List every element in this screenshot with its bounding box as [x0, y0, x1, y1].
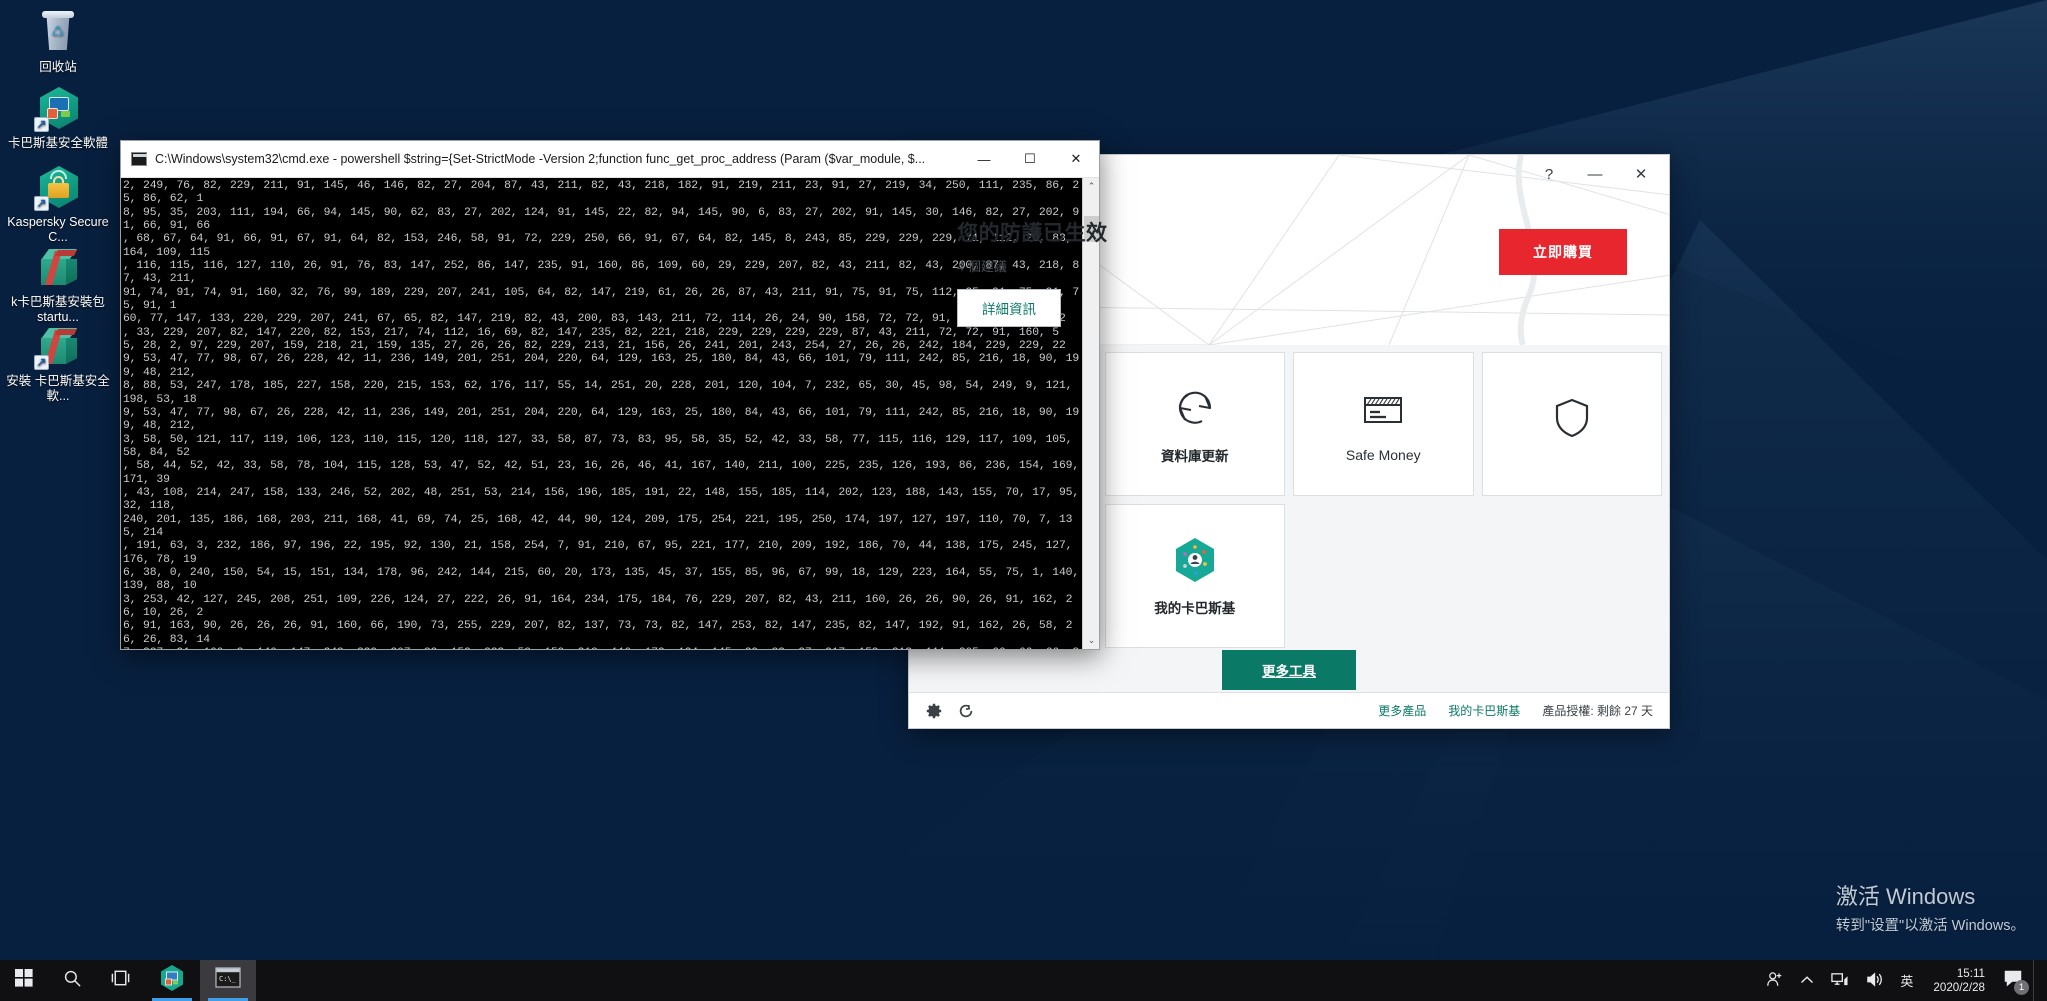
desktop-icon-label: 安裝 卡巴斯基安全軟...	[6, 374, 110, 403]
notification-badge: 1	[2014, 980, 2029, 995]
cmd-close-button[interactable]: ✕	[1053, 141, 1099, 177]
recycle-bin-icon: ♺	[34, 8, 82, 56]
tile-label: 資料庫更新	[1161, 448, 1229, 464]
network-icon	[1830, 971, 1849, 991]
desktop[interactable]: ♺ 回收站 ↗ 卡巴斯基安全軟體 ↗ Kaspersky Secure C...…	[0, 0, 2047, 1001]
more-tools-button[interactable]: 更多工具	[1222, 650, 1356, 690]
kaspersky-status-block: 您的防護已生效 4 個建議 詳細資訊	[957, 217, 1108, 327]
system-tray: 英 15:11 2020/2/28 1	[1758, 960, 2047, 1001]
credit-card-icon	[1357, 386, 1409, 434]
shield-icon	[1546, 394, 1598, 442]
task-view-button[interactable]	[96, 960, 144, 1001]
desktop-icon-recycle-bin[interactable]: ♺ 回收站	[2, 8, 114, 75]
gear-icon[interactable]	[925, 702, 943, 720]
kaspersky-hexagon-icon	[159, 964, 185, 997]
kaspersky-footer: 更多產品 我的卡巴斯基 產品授權: 剩餘 27 天	[909, 692, 1669, 728]
refresh-icon	[1169, 384, 1221, 432]
tile-privacy[interactable]	[1481, 352, 1662, 496]
windows-start-icon	[15, 969, 33, 992]
desktop-icon-kaspersky-total-security[interactable]: ↗ 卡巴斯基安全軟體	[2, 84, 114, 151]
scroll-up-button[interactable]: ⌃	[1083, 178, 1099, 195]
volume-button[interactable]	[1857, 960, 1892, 1001]
ime-indicator[interactable]: 英	[1892, 960, 1921, 1001]
start-button[interactable]	[0, 960, 48, 1001]
taskbar[interactable]: C:\_ 英 15:11 2020/2/28 1	[0, 960, 2047, 1001]
kaspersky-titlebar-buttons: ? — ✕	[1527, 159, 1663, 189]
help-button[interactable]: ?	[1527, 159, 1571, 189]
desktop-icon-label: Kaspersky Secure C...	[7, 215, 109, 244]
tile-label: 我的卡巴斯基	[1154, 600, 1236, 616]
kaspersky-hexagon-icon: ↗	[34, 84, 82, 132]
people-button[interactable]	[1758, 960, 1792, 1001]
notification-center-button[interactable]: 1	[1997, 960, 2033, 1001]
people-icon	[1766, 971, 1784, 991]
more-tools-label: 更多工具	[1262, 664, 1316, 679]
kaspersky-hex-icon	[1169, 536, 1221, 584]
desktop-icon-label: 卡巴斯基安全軟體	[7, 136, 108, 150]
network-button[interactable]	[1822, 960, 1857, 1001]
cmd-minimize-button[interactable]: —	[961, 141, 1007, 177]
clock-time: 15:11	[1956, 966, 1985, 980]
clock[interactable]: 15:11 2020/2/28	[1921, 960, 1997, 1001]
kaspersky-vpn-lock-icon: ↗	[34, 163, 82, 211]
desktop-icon-kaspersky-secure-connection[interactable]: ↗ Kaspersky Secure C...	[2, 163, 114, 245]
close-button[interactable]: ✕	[1619, 159, 1663, 189]
cmd-titlebar[interactable]: C:\Windows\system32\cmd.exe - powershell…	[121, 141, 1099, 178]
tile-label: Safe Money	[1345, 446, 1421, 463]
volume-icon	[1865, 971, 1884, 991]
recommendation-count: 4 個建議	[957, 259, 1007, 274]
console-output[interactable]: 2, 249, 76, 82, 229, 211, 91, 145, 46, 1…	[121, 178, 1082, 649]
svg-text:C:\_: C:\_	[219, 975, 237, 983]
console-icon: C:\_	[215, 967, 241, 994]
taskbar-kaspersky[interactable]	[144, 960, 200, 1001]
console-icon	[131, 152, 147, 166]
show-hidden-icons-button[interactable]	[1792, 960, 1822, 1001]
footer-links: 更多產品 我的卡巴斯基 產品授權: 剩餘 27 天	[1378, 702, 1653, 719]
watermark-subtitle: 转到"设置"以激活 Windows。	[1835, 918, 2025, 934]
scroll-down-button[interactable]: ⌄	[1083, 632, 1099, 649]
more-tools-row: 更多工具	[916, 648, 1662, 692]
clock-date: 2020/2/28	[1933, 980, 1985, 994]
cmd-maximize-button[interactable]: ☐	[1007, 141, 1053, 177]
license-status: 產品授權: 剩餘 27 天	[1542, 704, 1653, 718]
cmd-window-title: C:\Windows\system32\cmd.exe - powershell…	[155, 152, 926, 166]
footer-link-more-products[interactable]: 更多產品	[1378, 702, 1426, 719]
protection-status-title: 您的防護已生效	[957, 222, 1108, 245]
show-desktop-button[interactable]	[2033, 960, 2041, 1001]
footer-icons	[925, 702, 975, 720]
desktop-icon-kaspersky-installer-startup[interactable]: k卡巴斯基安裝包startu...	[2, 243, 114, 325]
cmd-window[interactable]: C:\Windows\system32\cmd.exe - powershell…	[120, 140, 1100, 650]
search-icon	[63, 969, 82, 993]
tile-update[interactable]: 資料庫更新	[1104, 352, 1285, 496]
support-icon[interactable]	[957, 702, 975, 720]
chevron-up-icon	[1800, 973, 1814, 988]
taskbar-cmd[interactable]: C:\_	[200, 960, 256, 1001]
cmd-body: 2, 249, 76, 82, 229, 211, 91, 145, 46, 1…	[121, 178, 1099, 649]
details-button[interactable]: 詳細資訊	[957, 289, 1061, 327]
search-button[interactable]	[48, 960, 96, 1001]
watermark-title: 激活 Windows	[1835, 884, 1976, 909]
minimize-button[interactable]: —	[1573, 159, 1617, 189]
package-box-icon	[34, 243, 82, 291]
package-box-icon: ↗	[34, 322, 82, 370]
tile-safe-money[interactable]: Safe Money	[1293, 352, 1474, 496]
footer-link-my-kaspersky[interactable]: 我的卡巴斯基	[1448, 702, 1520, 719]
windows-activation-watermark: 激活 Windows 转到"设置"以激活 Windows。	[1836, 879, 2025, 935]
desktop-icon-label: 回收站	[39, 60, 77, 74]
tile-my-kaspersky[interactable]: 我的卡巴斯基	[1104, 504, 1285, 648]
desktop-icon-kaspersky-installer[interactable]: ↗ 安裝 卡巴斯基安全軟...	[2, 322, 114, 404]
task-view-icon	[110, 969, 131, 992]
buy-now-button[interactable]: 立即購買	[1499, 229, 1627, 275]
desktop-icon-label: k卡巴斯基安裝包startu...	[11, 295, 105, 324]
